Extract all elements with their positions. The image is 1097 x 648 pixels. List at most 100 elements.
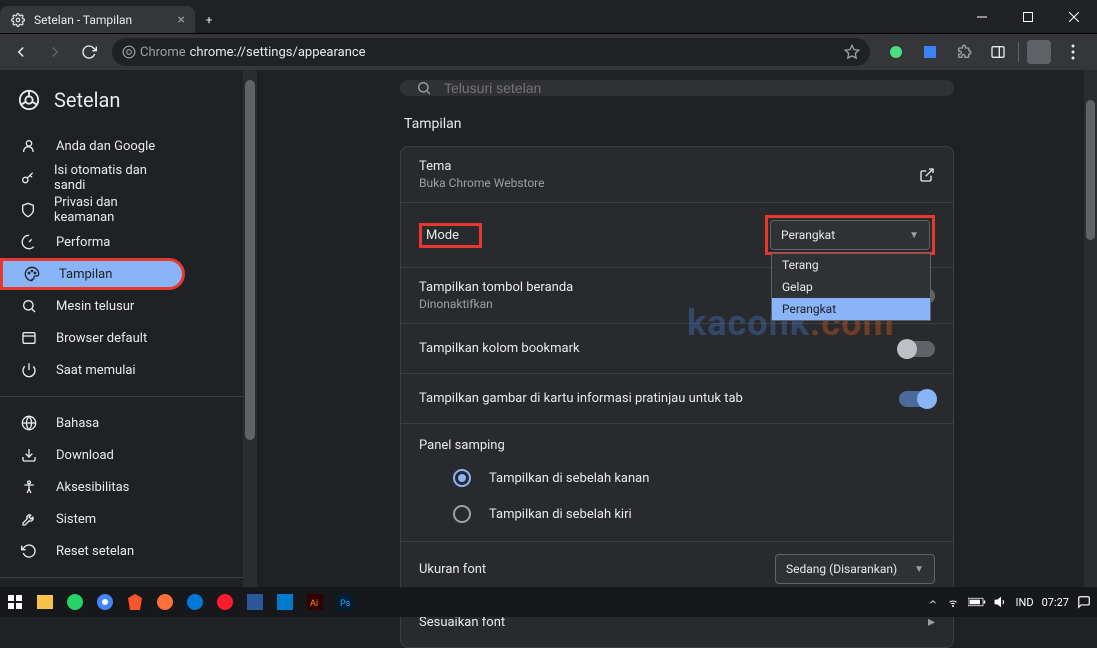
main-scrollbar[interactable] [1083,70,1097,587]
globe-icon [20,415,38,431]
profile-avatar[interactable] [1025,38,1053,66]
back-button[interactable] [6,37,36,67]
sidebar-item-appearance[interactable]: Tampilan [0,258,185,290]
hover-label: Tampilkan gambar di kartu informasi prat… [419,391,743,406]
sidebar-item-privacy[interactable]: Privasi dan keamanan [0,194,185,226]
row-hover-cards[interactable]: Tampilkan gambar di kartu informasi prat… [401,374,953,424]
sidebar-item-accessibility[interactable]: Aksesibilitas [0,471,185,503]
tray-notifications-icon[interactable] [1077,595,1091,609]
sidebar-item-on-startup[interactable]: Saat memulai [0,354,185,386]
tray-battery-icon[interactable] [968,597,986,607]
sidebar-item-search-engine[interactable]: Mesin telusur [0,290,185,322]
taskbar-firefox-icon[interactable] [150,587,180,617]
address-bar[interactable]: Chrome chrome://settings/appearance [112,38,870,66]
settings-main: Tampilan Tema Buka Chrome Webstore Mode [257,70,1097,587]
taskbar-whatsapp-icon[interactable] [60,587,90,617]
speedometer-icon [20,234,38,250]
tray-volume-icon[interactable] [994,595,1008,609]
reset-icon [20,543,38,559]
sidebar-separator [0,396,257,397]
start-button[interactable] [0,587,30,617]
sidebar-scrollbar[interactable] [243,70,257,587]
maximize-button[interactable] [1005,0,1051,33]
kebab-menu-icon[interactable] [1059,38,1087,66]
taskbar-photoshop-icon[interactable]: Ps [330,587,360,617]
row-mode: Mode Perangkat ▼ Terang Gelap Perangkat [401,203,953,268]
mode-option[interactable]: Terang [772,254,930,276]
content-area: Setelan Anda dan Google Isi otomatis dan… [0,70,1097,587]
taskbar-vscode-icon[interactable] [270,587,300,617]
mode-label: Mode [419,223,482,248]
tray-clock[interactable]: 07:27 [1042,596,1069,609]
taskbar-edge-icon[interactable] [180,587,210,617]
row-theme[interactable]: Tema Buka Chrome Webstore [401,147,953,203]
window-controls [959,0,1097,33]
extension-icon[interactable] [882,38,910,66]
sidepanel-label: Panel samping [419,438,505,453]
extension-icon[interactable] [916,38,944,66]
wrench-icon [20,511,38,527]
svg-text:Ps: Ps [340,599,351,609]
sidebar-item-autofill[interactable]: Isi otomatis dan sandi [0,162,185,194]
key-icon [20,170,36,186]
title-bar: Setelan - Tampilan × + [0,0,1097,34]
mode-option[interactable]: Perangkat [772,298,930,320]
fontsize-select[interactable]: Sedang (Disarankan) ▼ [775,554,935,584]
hover-toggle[interactable] [899,391,935,407]
homebtn-label: Tampilkan tombol beranda [419,280,573,295]
sidebar-item-label: Browser default [56,331,147,346]
taskbar-brave-icon[interactable] [120,587,150,617]
taskbar-opera-icon[interactable] [210,587,240,617]
radio-side-right[interactable]: Tampilkan di sebelah kanan [453,469,649,487]
sidebar-item-reset[interactable]: Reset setelan [0,535,185,567]
url-scheme: Chrome [140,45,186,60]
sidebar-item-performance[interactable]: Performa [0,226,185,258]
external-link-icon[interactable] [919,167,935,183]
minimize-button[interactable] [959,0,1005,33]
sidebar-item-label: Tampilan [59,267,112,282]
bookmark-star-icon[interactable] [844,44,860,60]
radio-icon [453,469,471,487]
row-side-panel: Panel samping Tampilkan di sebelah kanan… [401,424,953,542]
taskbar-illustrator-icon[interactable]: Ai [300,587,330,617]
mode-selected-value: Perangkat [781,228,835,242]
tray-wifi-icon[interactable] [946,596,960,608]
sidebar-item-system[interactable]: Sistem [0,503,185,535]
settings-search[interactable] [400,80,954,96]
taskbar-chrome-icon[interactable] [90,587,120,617]
sidebar-item-download[interactable]: Download [0,439,185,471]
sidebar-item-label: Sistem [56,512,96,527]
side-panel-icon[interactable] [984,38,1012,66]
taskbar-explorer-icon[interactable] [30,587,60,617]
browser-tab[interactable]: Setelan - Tampilan × [0,6,195,33]
extension-icon[interactable] [950,38,978,66]
row-bookmark-bar[interactable]: Tampilkan kolom bookmark [401,324,953,374]
sidebar-item-label: Aksesibilitas [56,480,129,495]
close-window-button[interactable] [1051,0,1097,33]
windows-taskbar: Ai Ps IND 07:27 [0,587,1097,617]
section-title: Tampilan [400,116,954,132]
fontsize-value: Sedang (Disarankan) [786,562,897,576]
sidebar-separator [0,577,257,578]
sidebar-item-default-browser[interactable]: Browser default [0,322,185,354]
chrome-icon [122,45,136,59]
sidebar-item-label: Anda dan Google [56,139,155,154]
mode-select[interactable]: Perangkat ▼ Terang Gelap Perangkat [770,220,930,250]
radio-side-left[interactable]: Tampilkan di sebelah kiri [453,505,649,523]
tray-language[interactable]: IND [1016,596,1034,609]
sidebar-item-languages[interactable]: Bahasa [0,407,185,439]
reload-button[interactable] [74,37,104,67]
settings-search-input[interactable] [444,80,938,96]
tray-chevron-icon[interactable] [928,597,938,607]
sidebar-item-you-and-google[interactable]: Anda dan Google [0,130,185,162]
new-tab-button[interactable]: + [195,6,223,33]
bookmark-label: Tampilkan kolom bookmark [419,341,580,356]
bookmark-toggle[interactable] [899,341,935,357]
taskbar-word-icon[interactable] [240,587,270,617]
forward-button[interactable] [40,37,70,67]
homebtn-sub: Dinonaktifkan [419,297,573,311]
close-tab-icon[interactable]: × [178,12,185,28]
sidebar-item-label: Reset setelan [56,544,134,559]
mode-option[interactable]: Gelap [772,276,930,298]
chrome-logo-icon [18,89,40,111]
